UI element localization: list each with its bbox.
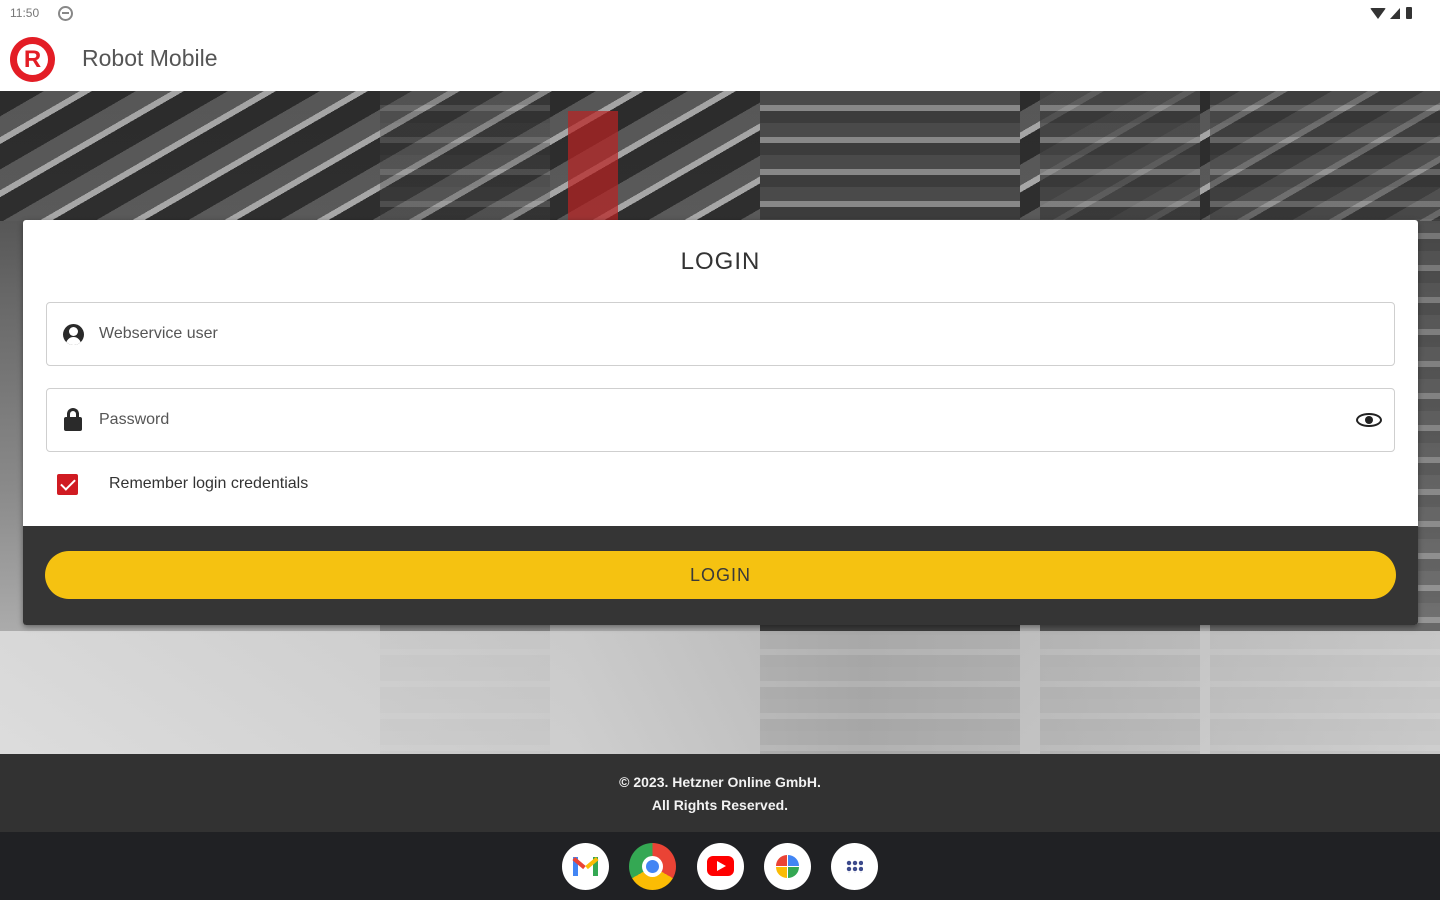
login-title: LOGIN [680, 248, 761, 275]
lock-icon [64, 408, 82, 432]
checkbox-checked-icon[interactable] [57, 473, 78, 495]
signal-icon [1390, 7, 1400, 19]
youtube-glyph [707, 856, 734, 876]
password-field[interactable] [46, 388, 1395, 452]
username-input[interactable] [99, 303, 1329, 364]
launcher-dots [846, 860, 863, 873]
app-launcher-icon[interactable] [831, 843, 878, 890]
remember-credentials-checkbox[interactable]: Remember login credentials [57, 472, 308, 496]
status-bar: 11:50 [0, 0, 1440, 28]
robot-logo-icon: R [10, 37, 55, 82]
remember-credentials-label: Remember login credentials [109, 475, 309, 492]
user-icon [63, 324, 84, 345]
show-password-eye-icon[interactable] [1356, 411, 1382, 429]
status-time: 11:50 [10, 6, 40, 20]
background-red-light [568, 111, 618, 221]
copyright-text: © 2023. Hetzner Online GmbH. [619, 774, 821, 790]
wifi-icon [1370, 7, 1386, 19]
password-input[interactable] [99, 389, 1329, 450]
login-button[interactable]: LOGIN [45, 551, 1396, 599]
login-card: LOGIN Remember login credentials LOGIN [23, 220, 1418, 625]
app-bar: R Robot Mobile [0, 28, 1440, 91]
username-field[interactable] [46, 302, 1395, 366]
background-floor [0, 631, 1440, 754]
login-button-panel: LOGIN [23, 526, 1418, 625]
taskbar [0, 832, 1440, 900]
app-title: Robot Mobile [82, 45, 218, 71]
youtube-icon[interactable] [697, 843, 744, 890]
do-not-disturb-icon [58, 6, 73, 21]
gmail-glyph [572, 857, 599, 876]
copyright-footer: © 2023. Hetzner Online GmbH. All Rights … [0, 754, 1440, 832]
logo-letter: R [23, 46, 42, 73]
rights-text: All Rights Reserved. [651, 797, 789, 813]
status-icons [1370, 7, 1412, 19]
gmail-icon[interactable] [562, 843, 609, 890]
photos-icon[interactable] [764, 843, 811, 890]
chrome-icon[interactable] [629, 843, 676, 890]
battery-icon [1406, 7, 1412, 19]
